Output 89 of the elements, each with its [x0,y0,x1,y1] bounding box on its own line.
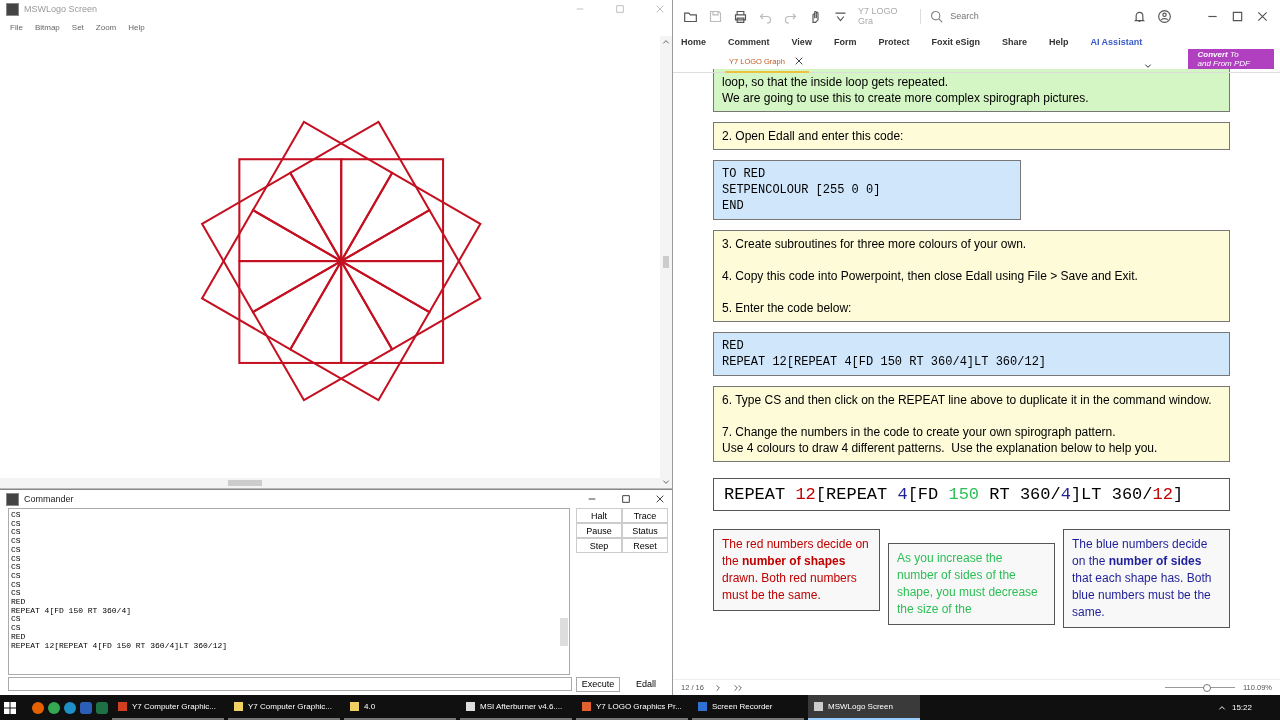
menu-item[interactable]: File [10,22,23,32]
taskbar-item[interactable]: Y7 Computer Graphic... [112,695,224,720]
ribbon-tab[interactable]: Share [1001,37,1027,47]
window-title: Commander [24,494,74,504]
command-button[interactable]: Status [622,523,668,538]
taskbar-item[interactable]: 4.0 [344,695,456,720]
close-icon[interactable] [654,493,666,505]
output-line: RED [11,632,27,642]
output-line: REPEAT 12[REPEAT 4[FD 150 RT 360/4]LT 360/12] [11,641,229,651]
taskbar-item[interactable]: MSWLogo Screen [808,695,920,720]
ribbon-tab[interactable]: AI Assistant [1090,37,1143,47]
output-line: CS [11,554,22,564]
ribbon-tab[interactable]: Protect [878,37,910,47]
explanation-text: As you increase the number of sides of the shape, you must decrease the size of the [888,543,1055,625]
browser-icon[interactable] [32,701,44,714]
command-button[interactable]: Pause [576,523,622,538]
ribbon-tab[interactable]: View [791,37,812,47]
document-name: Y7 LOGO Gra [858,6,899,26]
taskbar-item[interactable]: MSI Afterburner v4.6.... [460,695,572,720]
search-icon[interactable] [929,8,945,24]
instruction-text: loop, so that the inside loop gets repeated. We are going to use this to create more complex spirograph pictures. [722,74,1090,106]
code-text: TO RED SETPENCOLOUR [255 0 0] END [722,166,882,214]
output-line: REPEAT 4[FD 150 RT 360/4] [11,606,133,616]
taskbar-label: Y7 Computer Graphic... [132,702,217,711]
scrollbar-thumb[interactable] [560,617,568,646]
explanation-text: The blue numbers decide on the number of sides that each shape has. Both blue numbers must be the same. [1063,529,1230,628]
instruction-text: 5. Enter the code below: [722,300,853,316]
output-line: CS [11,537,22,546]
command-button[interactable]: Halt [576,508,622,523]
ribbon-tab[interactable]: Form [833,37,857,47]
taskbar-item[interactable]: Screen Recorder [692,695,804,720]
taskbar-label: Y7 LOGO Graphics Pr... [596,702,682,711]
document-app-icon[interactable] [80,701,92,714]
command-input[interactable] [8,677,572,691]
menu-item[interactable]: Zoom [95,22,117,32]
clock: 15:22 [1231,703,1252,712]
output-line: CS [11,519,22,529]
scrollbar-thumb[interactable] [228,480,262,486]
ribbon-tab[interactable]: Foxit eSign [931,37,980,47]
spreadsheet-app-icon[interactable] [96,701,108,714]
execute-button[interactable]: Execute [576,676,620,692]
output-line: CS [11,563,22,572]
menu-item[interactable]: Help [128,22,145,32]
formula-text: REPEAT 12[REPEAT 4[FD 150 RT 360/4]LT 360/12] [713,478,1230,511]
command-button[interactable]: Step [576,538,622,553]
user-icon[interactable] [1157,8,1173,24]
menu-item[interactable]: Bitmap [34,22,60,32]
taskbar-label: Y7 Computer Graphic... [248,702,333,711]
menu-item[interactable]: Set [71,22,84,32]
output-line: CS [11,511,22,520]
taskbar-label: 4.0 [364,702,376,711]
taskbar-label: MSI Afterburner v4.6.... [480,702,563,711]
command-button[interactable]: Reset [622,538,668,553]
ribbon-tab[interactable]: Home [681,37,706,47]
output-line: CS [11,571,22,581]
ribbon-tab[interactable]: Comment [728,37,770,47]
instruction-text: 3. Create subroutines for three more colours of your own. [722,236,1028,252]
maximize-icon[interactable] [620,493,632,505]
browser-icon[interactable] [64,701,76,714]
output-line: CS [11,589,22,599]
taskbar-item[interactable]: Y7 Computer Graphic... [228,695,340,720]
output-line: RED [11,598,27,607]
scrollbar[interactable] [660,36,672,488]
output-line: CS [11,624,22,633]
instruction-text: 4. Copy this code into Powerpoint, then close Edall using File > Save and Exit. [722,268,1139,284]
taskbar-label: Screen Recorder [712,702,773,711]
save-icon[interactable] [708,8,723,24]
command-button[interactable]: Trace [622,508,668,523]
browser-icon[interactable] [48,701,60,714]
instruction-text: 6. Type CS and then click on the REPEAT line above to duplicate it in the command window. [722,392,1213,408]
output-line: CS [11,545,22,555]
scrollbar-thumb[interactable] [663,256,669,268]
app-icon [6,2,19,16]
taskbar-label: MSWLogo Screen [828,702,893,711]
explanation-text: The red numbers decide on the number of shapes drawn. Both red numbers must be the same. [713,529,880,611]
output-line: CS [11,528,22,538]
output-line: CS [11,580,22,590]
instruction-text: 2. Open Edall and enter this code: [722,128,905,144]
scrollbar[interactable] [0,478,660,488]
convert-banner[interactable]: Convert To and From PDF [1187,49,1274,69]
window-title: MSWLogo Screen [24,4,98,14]
app-icon [6,492,19,506]
taskbar-item[interactable]: Y7 LOGO Graphics Pr... [576,695,688,720]
ribbon-tab[interactable]: Help [1048,37,1069,47]
instruction-text: 7. Change the numbers in the code to create your own spirograph pattern. Use 4 colours to draw 4 different patterns. Use the explanation below to help you. [722,424,1159,456]
start-icon[interactable] [4,701,16,714]
output-line: CS [11,615,22,625]
print-icon[interactable] [733,8,748,24]
code-text: RED REPEAT 12[REPEAT 4[FD 150 RT 360/4]LT 360/12] [722,338,1048,370]
